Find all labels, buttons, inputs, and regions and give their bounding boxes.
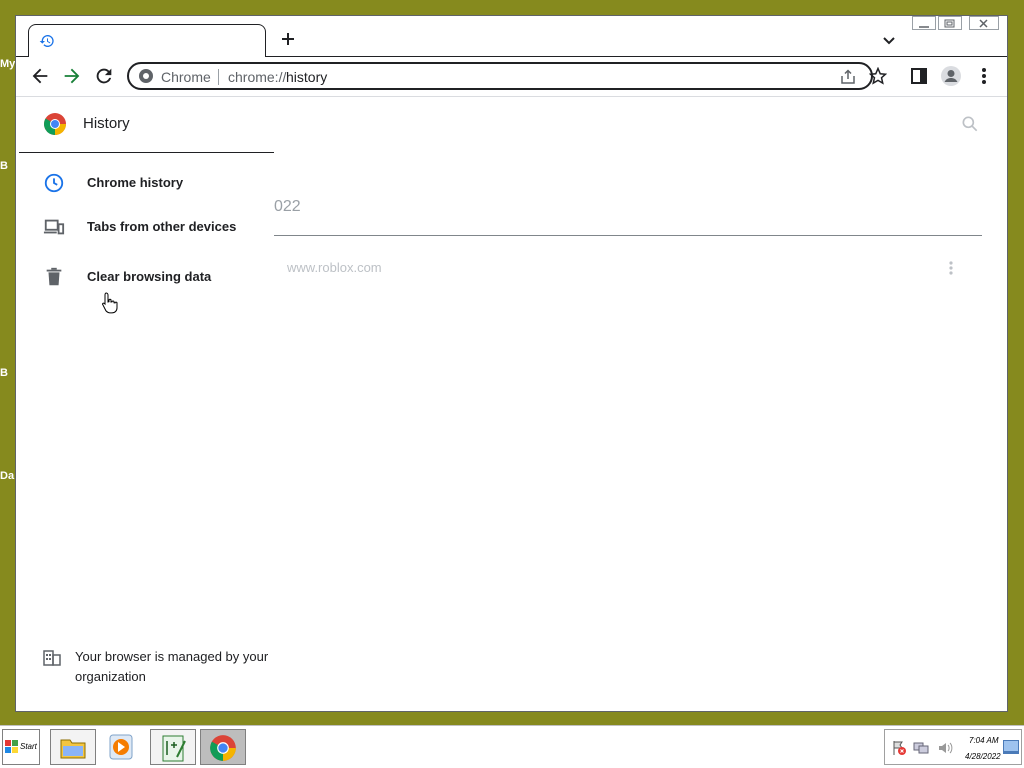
network-icon[interactable] <box>913 740 929 756</box>
taskbar: Start 7:04 AM 4/28/2022 <box>0 725 1024 768</box>
new-tab-icon[interactable] <box>278 29 298 49</box>
chrome-logo-icon <box>210 735 236 761</box>
history-entry-domain[interactable]: www.roblox.com <box>287 260 382 275</box>
windows-logo-icon <box>5 740 18 753</box>
back-arrow-icon[interactable] <box>29 65 51 87</box>
volume-icon[interactable] <box>937 740 953 756</box>
devices-icon <box>43 219 65 235</box>
start-button[interactable]: Start <box>2 729 40 765</box>
nav-clear-browsing-data[interactable]: Clear browsing data <box>19 257 274 297</box>
taskbar-notepad[interactable] <box>150 729 196 765</box>
chrome-logo-icon <box>44 113 66 135</box>
profile-avatar-icon[interactable] <box>940 65 962 87</box>
chevron-down-icon[interactable] <box>880 31 898 49</box>
taskbar-file-explorer[interactable] <box>50 729 96 765</box>
share-icon[interactable] <box>839 68 857 86</box>
nav-tabs-other-devices[interactable]: Tabs from other devices <box>19 207 274 247</box>
close-icon <box>979 19 988 28</box>
nav-label-tabs-other-devices: Tabs from other devices <box>87 219 237 234</box>
address-bar[interactable]: Chrome chrome:// history <box>127 62 887 90</box>
nav-label-clear-browsing-data: Clear browsing data <box>87 269 212 284</box>
clock-icon <box>44 173 64 193</box>
star-icon[interactable] <box>869 67 887 85</box>
entry-more-icon[interactable] <box>946 259 956 277</box>
show-desktop-icon[interactable] <box>1003 740 1019 754</box>
forward-arrow-icon[interactable] <box>61 65 83 87</box>
history-page: 022 www.roblox.com History Chrome histor… <box>16 97 1007 711</box>
taskbar-media-player[interactable] <box>100 729 146 765</box>
clock-date[interactable]: 4/28/2022 <box>965 752 1001 761</box>
system-tray: 7:04 AM 4/28/2022 <box>884 729 1022 765</box>
tab-history[interactable] <box>28 24 266 58</box>
side-panel-icon[interactable] <box>908 65 930 87</box>
reload-icon[interactable] <box>93 65 115 87</box>
history-divider <box>274 235 982 236</box>
minimize-button[interactable] <box>912 16 936 30</box>
nav-label-chrome-history: Chrome history <box>87 175 184 190</box>
tab-strip <box>16 16 1007 58</box>
action-center-icon[interactable] <box>891 740 907 756</box>
browser-window: Chrome chrome:// history 022 www.roblox.… <box>15 15 1008 712</box>
clock-time[interactable]: 7:04 AM <box>969 736 999 745</box>
folder-icon <box>60 739 86 759</box>
minimize-icon <box>919 26 929 28</box>
maximize-button[interactable] <box>938 16 962 30</box>
history-date-heading: 022 <box>274 198 301 215</box>
drawer-title: History <box>83 115 130 132</box>
trash-icon <box>46 267 62 286</box>
search-icon[interactable] <box>960 114 980 134</box>
toolbar: Chrome chrome:// history <box>16 57 1007 97</box>
restore-icon <box>944 19 955 28</box>
close-button[interactable] <box>969 16 999 30</box>
address-separator <box>218 69 219 85</box>
hand-cursor-icon <box>102 292 118 314</box>
url-path: history <box>286 69 328 85</box>
drawer-header: History <box>19 97 274 153</box>
taskbar-chrome[interactable] <box>200 729 246 765</box>
start-label: Start <box>20 742 37 751</box>
media-player-icon <box>109 734 133 760</box>
history-drawer: History Chrome history Tabs from other d… <box>19 97 274 711</box>
history-icon <box>39 35 54 47</box>
chrome-site-icon <box>139 69 153 83</box>
managed-notice-text: Your browser is managed by your organiza… <box>75 649 269 684</box>
url-prefix: chrome:// <box>228 69 287 85</box>
nav-chrome-history[interactable]: Chrome history <box>19 163 274 203</box>
building-icon <box>43 650 61 666</box>
site-chip-label: Chrome <box>161 69 211 85</box>
notepad-icon <box>162 735 186 762</box>
more-menu-icon[interactable] <box>973 65 995 87</box>
